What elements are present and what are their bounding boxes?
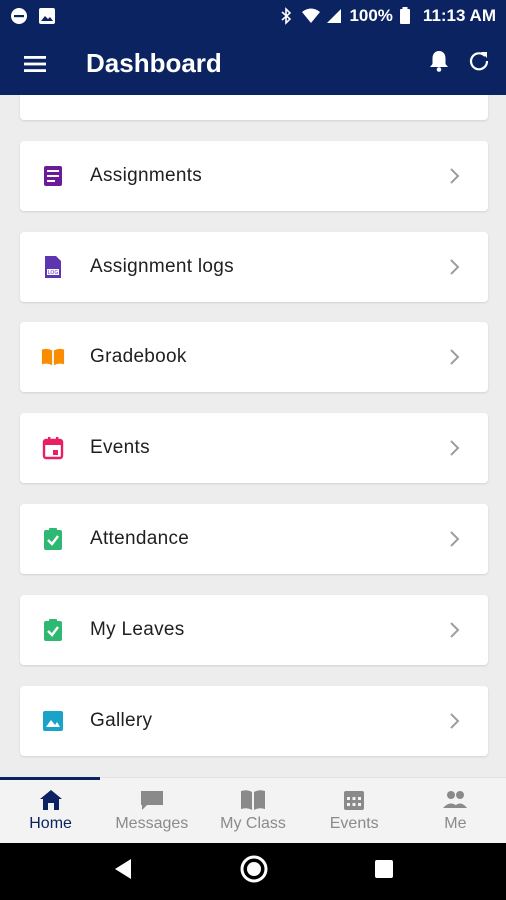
bell-icon (430, 51, 448, 72)
image-icon (41, 709, 65, 733)
signal-icon (325, 7, 343, 25)
clipboard-check-icon (41, 527, 65, 551)
list-item-gallery[interactable]: Gallery (20, 686, 488, 756)
app-bar: Dashboard (0, 32, 506, 95)
chevron-right-icon (450, 259, 460, 275)
status-bar: 100% 11:13 AM (0, 0, 506, 32)
clipboard-check-icon (41, 618, 65, 642)
list-item-assignments[interactable]: Assignments (20, 141, 488, 211)
nav-my-class[interactable]: My Class (202, 778, 303, 843)
recents-button[interactable] (374, 859, 394, 884)
nav-messages[interactable]: Messages (101, 778, 202, 843)
refresh-icon (469, 52, 489, 71)
chevron-right-icon (450, 622, 460, 638)
log-file-icon: LOG (41, 255, 65, 279)
chat-icon (140, 791, 163, 810)
list-item-label: My Leaves (90, 619, 185, 640)
calendar-icon (41, 436, 65, 460)
notifications-button[interactable] (428, 49, 450, 78)
dnd-icon (10, 7, 28, 25)
page-title: Dashboard (86, 48, 222, 78)
nav-events[interactable]: Events (304, 778, 405, 843)
assignment-icon (41, 164, 65, 188)
list-item-gradebook[interactable]: Gradebook (20, 322, 488, 392)
people-icon (443, 791, 468, 808)
battery-percent: 100% (349, 6, 393, 25)
list-item-attendance[interactable]: Attendance (20, 504, 488, 574)
list-item-events[interactable]: Events (20, 413, 488, 483)
nav-label: Messages (115, 815, 189, 832)
wifi-icon (301, 7, 321, 25)
book-icon (241, 790, 265, 810)
svg-text:LOG: LOG (48, 270, 59, 276)
home-circle-icon (240, 855, 268, 883)
chevron-right-icon (450, 168, 460, 184)
chevron-right-icon (450, 531, 460, 547)
book-open-icon (41, 345, 65, 369)
list-item-my-leaves[interactable]: My Leaves (20, 595, 488, 665)
chevron-right-icon (450, 440, 460, 456)
image-notification-icon (38, 7, 56, 25)
list-item-label: Gallery (90, 710, 153, 731)
list-item-label: Gradebook (90, 346, 187, 367)
chevron-right-icon (450, 349, 460, 365)
nav-label: Events (329, 815, 379, 832)
nav-home[interactable]: Home (0, 777, 101, 843)
refresh-button[interactable] (468, 50, 490, 77)
battery-icon (399, 7, 417, 25)
list-item-label: Assignment logs (90, 256, 234, 277)
system-navigation-bar (0, 843, 506, 900)
list-item-label: Attendance (90, 528, 190, 549)
bluetooth-icon (277, 7, 295, 25)
bottom-navigation: Home Messages My Class Events Me (0, 777, 506, 843)
list-item-label: Assignments (90, 165, 203, 186)
back-triangle-icon (115, 859, 132, 879)
active-tab-indicator (0, 777, 100, 780)
list-item-label: Events (90, 437, 150, 458)
list-item-partial[interactable] (20, 95, 488, 120)
list-item-assignment-logs[interactable]: LOG Assignment logs (20, 232, 488, 302)
recents-square-icon (374, 860, 393, 878)
home-icon (39, 790, 62, 810)
chevron-right-icon (450, 713, 460, 729)
nav-me[interactable]: Me (405, 778, 506, 843)
dashboard-list: Assignments LOG Assignment logs Gradeboo… (0, 95, 506, 777)
home-system-button[interactable] (239, 854, 269, 889)
back-button[interactable] (112, 857, 134, 886)
nav-label: Home (29, 815, 72, 832)
calendar-grid-icon (344, 791, 365, 810)
hamburger-icon (24, 55, 46, 72)
menu-button[interactable] (0, 32, 70, 95)
clock: 11:13 AM (422, 6, 496, 25)
nav-label: My Class (220, 815, 286, 832)
nav-label: Me (444, 815, 467, 832)
